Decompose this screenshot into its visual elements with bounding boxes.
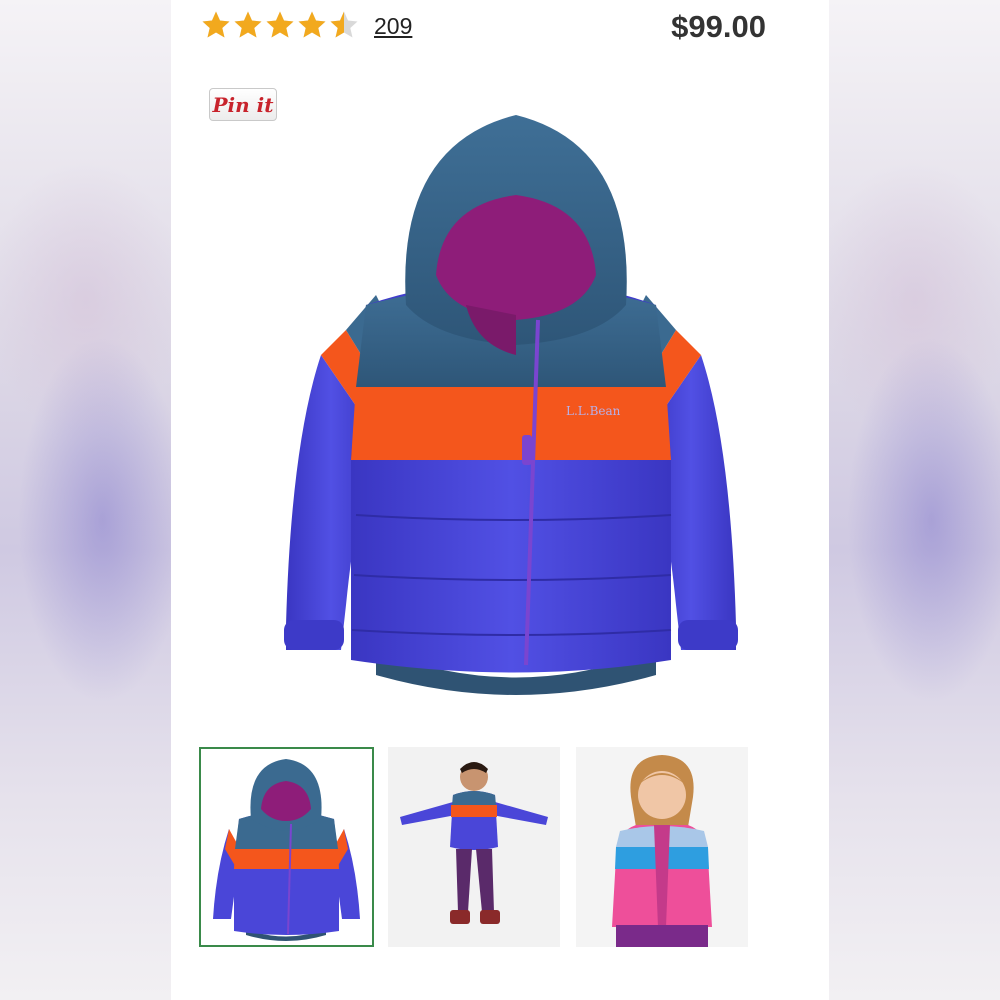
thumbnail-boy-wearing-jacket[interactable] [388,747,560,947]
star-icon [202,11,230,38]
star-icon [298,11,326,38]
thumbnail-girl-wearing-jacket[interactable] [576,747,748,947]
star-icon [266,11,294,38]
rating-stars[interactable] [201,10,359,40]
product-price: $99.00 [671,9,766,44]
thumbnail-jacket-front[interactable] [199,747,374,947]
svg-text:L.L.Bean: L.L.Bean [566,404,621,418]
star-icon [330,11,358,38]
main-product-image[interactable]: L.L.Bean [226,105,796,700]
product-panel: 209 $99.00 L.L.Bean Pin it [171,0,829,1000]
pin-it-button[interactable]: Pin it [209,88,277,121]
blurred-background-right [829,0,1000,1000]
star-icon [234,11,262,38]
blurred-background-left [0,0,171,1000]
review-count-link[interactable]: 209 [374,13,412,40]
